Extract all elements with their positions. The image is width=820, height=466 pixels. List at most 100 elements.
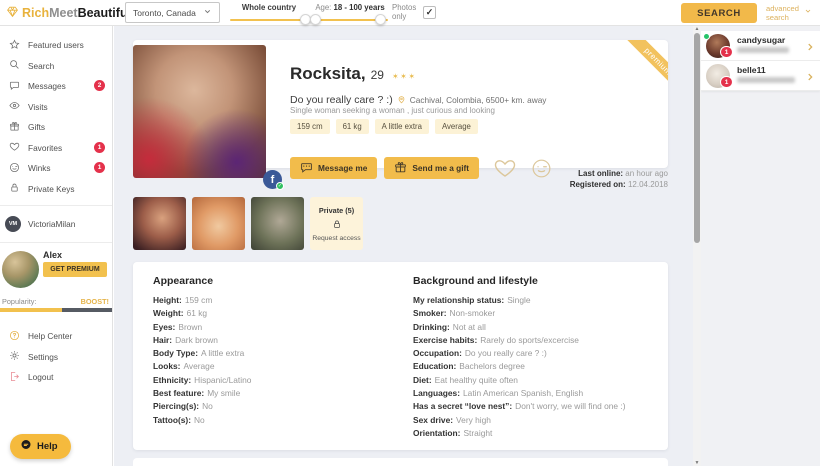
next-section-card — [133, 458, 668, 466]
scrollbar-thumb[interactable] — [694, 33, 700, 243]
facebook-verified-badge[interactable]: f ✓ — [263, 170, 284, 190]
private-photos-title: Private (5) — [318, 205, 355, 215]
current-user-block: Alex GET PREMIUM — [0, 249, 112, 293]
photo-thumbnail[interactable] — [251, 197, 304, 250]
heart-icon — [9, 141, 20, 154]
advanced-search-link[interactable]: advanced search — [766, 4, 818, 22]
popularity-label: Popularity: — [2, 297, 37, 306]
conversation-row-belle11[interactable]: 1 belle11 — [701, 61, 820, 91]
wink-icon — [532, 159, 551, 177]
message-me-button[interactable]: Message me — [290, 157, 378, 179]
send-gift-button[interactable]: Send me a gift — [384, 157, 480, 179]
sidebar-item-featured-users[interactable]: Featured users — [0, 35, 112, 56]
main-scrollbar[interactable]: ▲ ▼ — [693, 26, 701, 466]
age-slider-handle-min[interactable] — [310, 14, 321, 25]
gift-icon — [394, 161, 407, 176]
last-online-value: an hour ago — [625, 169, 668, 178]
blurred-message-preview — [737, 47, 789, 53]
unread-badge: 1 — [720, 76, 733, 88]
send-gift-label: Send me a gift — [412, 163, 470, 173]
avatar[interactable] — [2, 251, 39, 288]
profile-name: Rocksita, — [290, 64, 366, 83]
registered-label: Registered on: — [569, 179, 626, 189]
chip-looks: Average — [434, 119, 478, 134]
detail-row: My relationship status: Single — [413, 295, 531, 305]
winks-badge: 1 — [94, 162, 105, 173]
detail-row: Occupation: Do you really care ? :) — [413, 348, 547, 359]
age-value: 18 - 100 years — [333, 3, 385, 12]
favorite-heart-button[interactable] — [492, 156, 518, 180]
get-premium-button[interactable]: GET PREMIUM — [43, 262, 107, 277]
profile-main-photo[interactable] — [133, 45, 266, 178]
whole-country-slider[interactable] — [230, 14, 311, 25]
age-slider[interactable] — [310, 14, 388, 25]
photo-thumbnail[interactable] — [192, 197, 245, 250]
sidebar-item-label: Logout — [28, 372, 54, 383]
age-slider-handle-max[interactable] — [375, 14, 386, 25]
sidebar-item-label: Help Center — [28, 331, 73, 342]
sidebar-item-favorites[interactable]: Favorites 1 — [0, 138, 112, 159]
registered-value: 12.04.2018 — [627, 179, 668, 189]
sidebar-item-label: Winks — [28, 163, 51, 174]
detail-row: Hair: Dark brown — [153, 334, 218, 345]
profile-location: Cachival, Colombia, 6500+ km. away — [409, 95, 547, 105]
sidebar-item-private-keys[interactable]: Private Keys — [0, 179, 112, 200]
conversation-row-candysugar[interactable]: 1 candysugar — [701, 31, 820, 61]
gift-icon — [9, 121, 20, 134]
left-sidebar: Featured users Search Messages 2 Visits … — [0, 26, 113, 466]
photo-thumbnail[interactable] — [133, 197, 186, 250]
sidebar-item-settings[interactable]: Settings — [0, 347, 112, 368]
messages-badge: 2 — [94, 80, 105, 91]
sidebar-item-victoriamilan[interactable]: VM VictoriaMilan — [0, 212, 112, 236]
sidebar-item-visits[interactable]: Visits — [0, 97, 112, 118]
scroll-up-arrow[interactable]: ▲ — [693, 26, 701, 32]
sidebar-item-help-center[interactable]: Help Center — [0, 326, 112, 347]
detail-row: Has a secret “love nest”: Don't worry, we… — [413, 401, 626, 412]
chevron-right-icon — [805, 40, 815, 58]
conversations-panel: 1 candysugar 1 belle11 — [701, 26, 820, 466]
boost-link[interactable]: BOOST! — [81, 297, 109, 306]
request-access-link: Request access — [312, 234, 361, 242]
wink-icon — [9, 162, 20, 175]
sidebar-item-logout[interactable]: Logout — [0, 367, 112, 388]
photos-only-checkbox[interactable]: ✓ — [423, 6, 436, 20]
logo[interactable]: RichMeetBeautiful — [6, 5, 131, 21]
premium-ribbon: premium — [610, 40, 668, 98]
sidebar-item-winks[interactable]: Winks 1 — [0, 158, 112, 179]
logo-beautiful: Beautiful — [77, 6, 132, 20]
photos-only-label: Photos only — [392, 3, 417, 21]
profile-headline: Do you really care ? :) — [290, 94, 393, 106]
logo-meet: Meet — [49, 6, 78, 20]
private-photos-box[interactable]: Private (5) Request access — [310, 197, 363, 250]
chat-bubble-icon — [20, 439, 32, 454]
sidebar-item-gifts[interactable]: Gifts — [0, 117, 112, 138]
gear-icon — [9, 350, 20, 363]
blurred-message-preview — [737, 77, 795, 83]
sidebar-item-label: Messages — [28, 81, 66, 92]
chat-icon — [300, 161, 313, 176]
chip-weight: 61 kg — [335, 119, 369, 134]
detail-row: Sex drive: Very high — [413, 414, 491, 425]
detail-row: Height: 159 cm — [153, 295, 213, 305]
wink-button[interactable] — [531, 158, 552, 179]
sidebar-item-search[interactable]: Search — [0, 56, 112, 77]
conversation-list: 1 candysugar 1 belle11 — [701, 31, 820, 91]
location-select[interactable]: Toronto, Canada — [125, 2, 220, 23]
sidebar-item-label: Gifts — [28, 122, 46, 133]
search-button[interactable]: SEARCH — [681, 3, 757, 23]
scroll-down-arrow[interactable]: ▼ — [693, 460, 701, 466]
chevron-down-icon — [203, 7, 212, 18]
sidebar-item-label: Settings — [28, 351, 58, 362]
chevron-right-icon — [805, 70, 815, 88]
photo-thumbnails: Private (5) Request access — [133, 197, 363, 250]
sidebar-item-label: Featured users — [28, 40, 84, 51]
help-chat-button[interactable]: Help — [10, 434, 71, 459]
help-icon — [9, 330, 20, 343]
whole-country-filter: Whole country — [230, 3, 311, 25]
sidebar-item-messages[interactable]: Messages 2 — [0, 76, 112, 97]
logout-icon — [9, 371, 20, 384]
message-me-label: Message me — [318, 163, 368, 173]
main-content: premium Rocksita, 29 ✶✶✶ Do you really c… — [114, 26, 693, 466]
detail-row: Body Type: A little extra — [153, 348, 245, 359]
contact-name: candysugar — [737, 35, 786, 45]
